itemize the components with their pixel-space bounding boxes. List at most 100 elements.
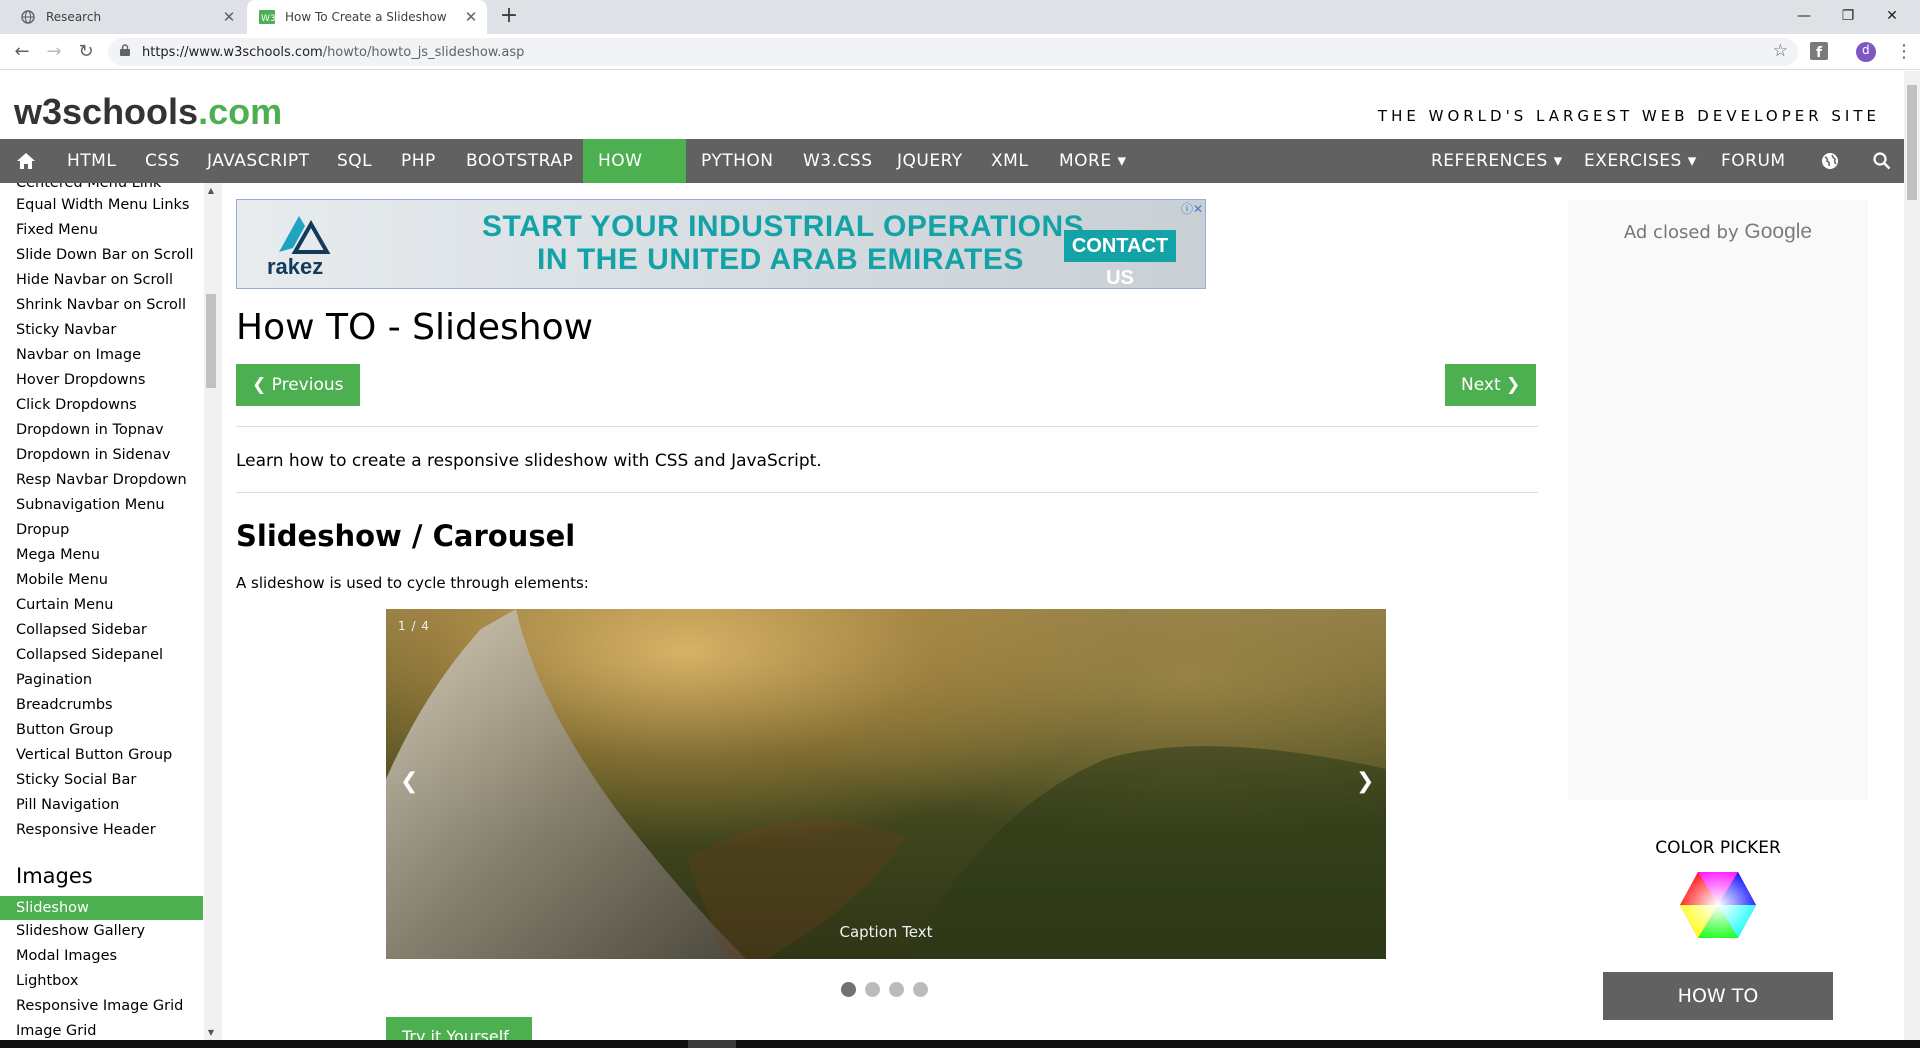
w3schools-favicon-icon: W3 xyxy=(259,9,275,25)
taskbar-active-item[interactable] xyxy=(688,1040,736,1048)
sidebar-link[interactable]: Fixed Menu xyxy=(16,222,98,238)
search-icon[interactable] xyxy=(1858,139,1906,183)
section-description: A slideshow is used to cycle through ele… xyxy=(236,574,589,592)
sidebar: Centered Menu Link Equal Width Menu Link… xyxy=(0,183,220,1040)
nav-w3css[interactable]: W3.CSS xyxy=(788,139,887,183)
address-bar[interactable]: https://www.w3schools.com/howto/howto_js… xyxy=(108,38,1798,66)
sidebar-link[interactable]: Slideshow Gallery xyxy=(16,923,145,939)
nav-css[interactable]: CSS xyxy=(130,139,195,183)
divider xyxy=(236,492,1538,493)
tab-research[interactable]: Research ✕ xyxy=(8,0,245,34)
sidebar-link[interactable]: Curtain Menu xyxy=(16,597,114,613)
sidebar-link[interactable]: Navbar on Image xyxy=(16,347,141,363)
color-picker-title: COLOR PICKER xyxy=(1655,838,1781,858)
nav-how-to[interactable]: HOW TO xyxy=(583,139,686,215)
sidebar-link[interactable]: Dropdown in Sidenav xyxy=(16,447,170,463)
logo-suffix-text: .com xyxy=(198,91,283,132)
sidebar-link[interactable]: Slide Down Bar on Scroll xyxy=(16,247,194,263)
sidebar-link[interactable]: Hover Dropdowns xyxy=(16,372,145,388)
ad-banner[interactable]: rakez START YOUR INDUSTRIAL OPERATIONS I… xyxy=(236,199,1206,289)
nav-forum[interactable]: FORUM xyxy=(1706,139,1801,183)
sidebar-link[interactable]: Collapsed Sidepanel xyxy=(16,647,163,663)
color-picker-hexagon-icon[interactable] xyxy=(1678,870,1758,940)
forward-icon[interactable]: → xyxy=(42,40,66,64)
next-button[interactable]: Next ❯ xyxy=(1445,364,1537,406)
globe-icon[interactable] xyxy=(1806,139,1854,183)
w3schools-logo[interactable]: w3schools.com xyxy=(14,91,282,133)
scroll-up-arrow-icon[interactable]: ▲ xyxy=(204,186,218,195)
sidebar-link-slideshow[interactable]: Slideshow xyxy=(0,896,203,920)
slide-dot[interactable] xyxy=(889,982,904,997)
sidebar-link[interactable]: Centered Menu Link xyxy=(16,183,161,191)
sidebar-link[interactable]: Lightbox xyxy=(16,973,78,989)
nav-javascript[interactable]: JAVASCRIPT xyxy=(192,139,325,183)
nav-references[interactable]: REFERENCES ▾ xyxy=(1416,139,1578,183)
reload-icon[interactable]: ↻ xyxy=(74,40,98,64)
sidebar-link[interactable]: Button Group xyxy=(16,722,113,738)
sidebar-link[interactable]: Vertical Button Group xyxy=(16,747,172,763)
nav-xml[interactable]: XML xyxy=(976,139,1043,183)
close-tab-icon[interactable]: ✕ xyxy=(461,8,481,26)
slide-number: 1 / 4 xyxy=(398,619,430,633)
sidebar-link[interactable]: Image Grid xyxy=(16,1023,96,1039)
howto-button[interactable]: HOW TO xyxy=(1603,972,1833,1020)
sidebar-link[interactable]: Equal Width Menu Links xyxy=(16,197,189,213)
profile-initial: d xyxy=(1862,43,1870,57)
slide-prev-arrow-icon[interactable]: ❮ xyxy=(400,769,418,794)
ad-contact-button[interactable]: CONTACT US xyxy=(1064,230,1176,288)
page-scrollbar[interactable] xyxy=(1904,71,1920,1040)
site-header: w3schools.com THE WORLD'S LARGEST WEB DE… xyxy=(0,71,1904,139)
facebook-extension-icon[interactable]: f xyxy=(1810,42,1830,62)
slideshow-image: 1 / 4 ❮ ❯ Caption Text xyxy=(386,609,1386,959)
sidebar-link[interactable]: Dropup xyxy=(16,522,69,538)
ad-brand-text: rakez xyxy=(267,254,324,279)
sidebar-link[interactable]: Subnavigation Menu xyxy=(16,497,165,513)
window-close-icon[interactable]: ✕ xyxy=(1870,4,1914,28)
sidebar-link[interactable]: Resp Navbar Dropdown xyxy=(16,472,187,488)
sidebar-link[interactable]: Click Dropdowns xyxy=(16,397,137,413)
ad-choices-close-icon[interactable]: ⓘ✕ xyxy=(1181,200,1203,217)
close-tab-icon[interactable]: ✕ xyxy=(219,8,239,26)
nav-html[interactable]: HTML xyxy=(52,139,131,183)
nav-php[interactable]: PHP xyxy=(386,139,451,183)
nav-more[interactable]: MORE ▾ xyxy=(1044,139,1142,183)
sidebar-link[interactable]: Breadcrumbs xyxy=(16,697,113,713)
sidebar-link[interactable]: Pill Navigation xyxy=(16,797,119,813)
page-scrollbar-thumb[interactable] xyxy=(1907,85,1917,200)
previous-button[interactable]: ❮ Previous xyxy=(236,364,360,406)
slide-next-arrow-icon[interactable]: ❯ xyxy=(1356,769,1374,794)
sidebar-link[interactable]: Pagination xyxy=(16,672,92,688)
sidebar-link[interactable]: Collapsed Sidebar xyxy=(16,622,147,638)
nav-sql[interactable]: SQL xyxy=(322,139,387,183)
nav-python[interactable]: PYTHON xyxy=(686,139,789,183)
sidebar-link[interactable]: Hide Navbar on Scroll xyxy=(16,272,173,288)
browser-menu-icon[interactable]: ⋮ xyxy=(1892,40,1916,64)
sidebar-link[interactable]: Modal Images xyxy=(16,948,117,964)
back-icon[interactable]: ← xyxy=(10,40,34,64)
sidebar-link[interactable]: Mobile Menu xyxy=(16,572,108,588)
sidebar-link[interactable]: Dropdown in Topnav xyxy=(16,422,164,438)
slide-dot[interactable] xyxy=(841,982,856,997)
tab-slideshow[interactable]: W3 How To Create a Slideshow ✕ xyxy=(247,0,487,34)
minimize-icon[interactable]: — xyxy=(1782,4,1826,28)
slide-dot[interactable] xyxy=(913,982,928,997)
slide-dot[interactable] xyxy=(865,982,880,997)
sidebar-link[interactable]: Shrink Navbar on Scroll xyxy=(16,297,186,313)
nav-jquery[interactable]: JQUERY xyxy=(882,139,978,183)
bookmark-star-icon[interactable]: ☆ xyxy=(1773,41,1788,61)
restore-icon[interactable]: ❐ xyxy=(1826,4,1870,28)
sidebar-link[interactable]: Responsive Header xyxy=(16,822,156,838)
sidebar-link[interactable]: Responsive Image Grid xyxy=(16,998,183,1014)
nav-exercises[interactable]: EXERCISES ▾ xyxy=(1569,139,1712,183)
home-icon[interactable] xyxy=(0,139,52,183)
sidebar-link[interactable]: Sticky Social Bar xyxy=(16,772,136,788)
sidebar-scrollbar-thumb[interactable] xyxy=(206,294,216,388)
scroll-down-arrow-icon[interactable]: ▼ xyxy=(204,1028,218,1037)
sidebar-link[interactable]: Sticky Navbar xyxy=(16,322,116,338)
nav-bootstrap[interactable]: BOOTSTRAP xyxy=(451,139,588,183)
slide-caption: Caption Text xyxy=(839,923,933,941)
url-host: https://www.w3schools.com xyxy=(142,44,323,60)
profile-avatar[interactable]: d xyxy=(1856,42,1876,62)
new-tab-button[interactable]: + xyxy=(497,5,521,29)
sidebar-link[interactable]: Mega Menu xyxy=(16,547,100,563)
